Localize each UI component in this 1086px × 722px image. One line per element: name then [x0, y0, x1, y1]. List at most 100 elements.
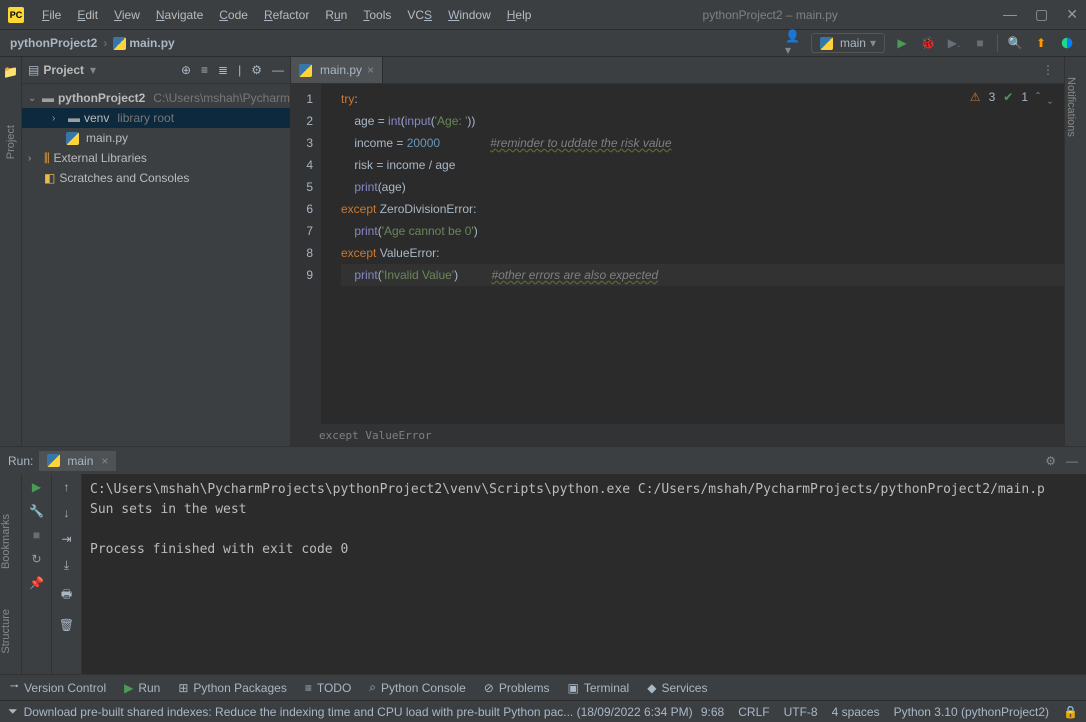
tool-python-console[interactable]: ⌕Python Console [369, 680, 465, 695]
tree-label: External Libraries [54, 151, 147, 165]
run-tab[interactable]: main × [39, 451, 116, 471]
close-icon[interactable]: × [101, 454, 108, 468]
branch-icon: ⭬ [10, 677, 19, 698]
download-icon[interactable]: ⏷ [8, 704, 18, 719]
print-icon[interactable]: 🖶 [61, 585, 72, 606]
tabs-menu-icon[interactable]: ⋮ [1032, 57, 1064, 83]
menu-code[interactable]: Code [213, 4, 254, 26]
close-tab-icon[interactable]: × [367, 63, 374, 77]
menu-help[interactable]: Help [501, 4, 538, 26]
breadcrumb: pythonProject2 › main.py [10, 36, 175, 50]
settings-icon[interactable]: ⚙ [251, 63, 262, 77]
users-icon[interactable]: 👤▾ [785, 34, 803, 52]
run-tool-window: Run: main × ⚙ — Bookmarks Structure ▶ 🔧 … [0, 446, 1086, 674]
project-tool-icon[interactable]: 📁 [2, 63, 20, 81]
scroll-end-icon[interactable]: ⤓ [64, 558, 69, 573]
editor-breadcrumb[interactable]: except ValueError [291, 424, 1064, 446]
collapse-all-icon[interactable]: ≣ [218, 63, 228, 77]
run-config-selector[interactable]: main ▾ [811, 33, 885, 53]
collapse-arrow-icon[interactable]: ⌄ [28, 93, 38, 104]
nav-down-icon[interactable]: ˬ [1048, 90, 1052, 104]
indent[interactable]: 4 spaces [832, 705, 880, 719]
structure-tool-label[interactable]: Structure [0, 609, 12, 654]
softwrap-icon[interactable]: ⇥ [61, 532, 71, 546]
maximize-button[interactable]: ▢ [1035, 6, 1048, 23]
menu-vcs[interactable]: VCS [401, 4, 438, 26]
menu-view[interactable]: View [108, 4, 146, 26]
coverage-button[interactable]: ▶. [945, 34, 963, 52]
console-output[interactable]: C:\Users\mshah\PycharmProjects\pythonPro… [82, 474, 1086, 674]
editor-tab-main[interactable]: main.py × [291, 57, 383, 83]
window-title: pythonProject2 – main.py [537, 8, 1003, 22]
tree-venv[interactable]: › ▬ venv library root [22, 108, 290, 128]
run-tab-label: main [67, 454, 93, 468]
codewithme-icon[interactable] [1058, 34, 1076, 52]
modify-run-icon[interactable]: 🔧 [29, 504, 44, 518]
pin-icon[interactable]: 📌 [29, 576, 44, 590]
interpreter[interactable]: Python 3.10 (pythonProject2) [894, 705, 1049, 719]
chevron-down-icon[interactable]: ▾ [90, 63, 96, 77]
minimize-button[interactable]: — [1003, 6, 1017, 23]
status-message[interactable]: Download pre-built shared indexes: Reduc… [24, 705, 693, 719]
expand-all-icon[interactable]: ≡ [201, 63, 208, 77]
menu-navigate[interactable]: Navigate [150, 4, 209, 26]
select-opened-icon[interactable]: ⊕ [181, 63, 191, 77]
hide-icon[interactable]: — [272, 63, 284, 77]
tree-scratches[interactable]: ◧ Scratches and Consoles [22, 168, 290, 188]
notifications-tool-label[interactable]: Notifications [1065, 77, 1077, 137]
app-icon: PC [8, 7, 24, 23]
run-toolbar-primary: ▶ 🔧 ■ ↻ 📌 [22, 474, 52, 674]
stop-button[interactable]: ■ [971, 34, 989, 52]
separator [997, 34, 998, 52]
menu-window[interactable]: Window [442, 4, 497, 26]
tool-packages[interactable]: ⊞Python Packages [178, 681, 286, 695]
tree-label: pythonProject2 [58, 91, 145, 105]
debug-button[interactable]: 🐞 [919, 34, 937, 52]
rerun-icon[interactable]: ▶ [32, 480, 41, 494]
close-button[interactable]: ✕ [1066, 6, 1078, 23]
history-icon[interactable]: ↻ [31, 552, 41, 566]
run-header: Run: main × ⚙ — [0, 447, 1086, 474]
python-file-icon [113, 37, 126, 50]
up-icon[interactable]: ↑ [64, 480, 70, 494]
tree-label: venv [84, 111, 109, 125]
encoding[interactable]: UTF-8 [784, 705, 818, 719]
hide-run-icon[interactable]: — [1066, 454, 1078, 468]
expand-arrow-icon[interactable]: › [28, 153, 40, 164]
tool-run[interactable]: ▶Run [124, 681, 160, 695]
clear-icon[interactable]: 🗑 [59, 618, 74, 632]
expand-arrow-icon[interactable]: › [52, 113, 64, 124]
menu-tools[interactable]: Tools [357, 4, 397, 26]
inspection-widget[interactable]: ⚠3 ✔1 ˆ ˬ [970, 90, 1052, 104]
project-tree[interactable]: ⌄ ▬ pythonProject2 C:\Users\mshah\Pychar… [22, 84, 290, 192]
stop-icon[interactable]: ■ [33, 528, 40, 542]
updates-icon[interactable]: ⬆ [1032, 34, 1050, 52]
project-tool-label[interactable]: Project [5, 125, 17, 159]
lock-icon[interactable]: 🔒 [1063, 705, 1078, 719]
tool-terminal[interactable]: ▣Terminal [568, 681, 630, 695]
caret-position[interactable]: 9:68 [701, 705, 724, 719]
tool-problems[interactable]: ⊘Problems [484, 681, 550, 695]
line-separator[interactable]: CRLF [738, 705, 769, 719]
bookmarks-tool-label[interactable]: Bookmarks [0, 514, 12, 569]
tree-project-root[interactable]: ⌄ ▬ pythonProject2 C:\Users\mshah\Pychar… [22, 88, 290, 108]
nav-up-icon[interactable]: ˆ [1036, 90, 1040, 104]
code-content[interactable]: try: age = int(input('Age: ')) income = … [321, 84, 1064, 424]
breadcrumb-file[interactable]: main.py [113, 36, 174, 50]
code-editor[interactable]: ⚠3 ✔1 ˆ ˬ 123456789 try: age = int(input… [291, 84, 1064, 424]
menu-edit[interactable]: Edit [71, 4, 104, 26]
breadcrumb-project[interactable]: pythonProject2 [10, 36, 97, 50]
menu-file[interactable]: File [36, 4, 67, 26]
tree-main-file[interactable]: main.py [22, 128, 290, 148]
run-settings-icon[interactable]: ⚙ [1045, 454, 1056, 468]
tool-services[interactable]: ◆Services [647, 681, 707, 695]
tool-version-control[interactable]: ⭬Version Control [10, 677, 106, 698]
search-button[interactable]: 🔍 [1006, 34, 1024, 52]
tree-external-libraries[interactable]: › ⫼ External Libraries [22, 148, 290, 168]
tool-todo[interactable]: ≡TODO [305, 681, 351, 695]
bottom-tool-bar: ⭬Version Control ▶Run ⊞Python Packages ≡… [0, 674, 1086, 700]
menu-refactor[interactable]: Refactor [258, 4, 315, 26]
run-button[interactable]: ▶ [893, 34, 911, 52]
menu-run[interactable]: Run [319, 4, 353, 26]
down-icon[interactable]: ↓ [64, 506, 70, 520]
